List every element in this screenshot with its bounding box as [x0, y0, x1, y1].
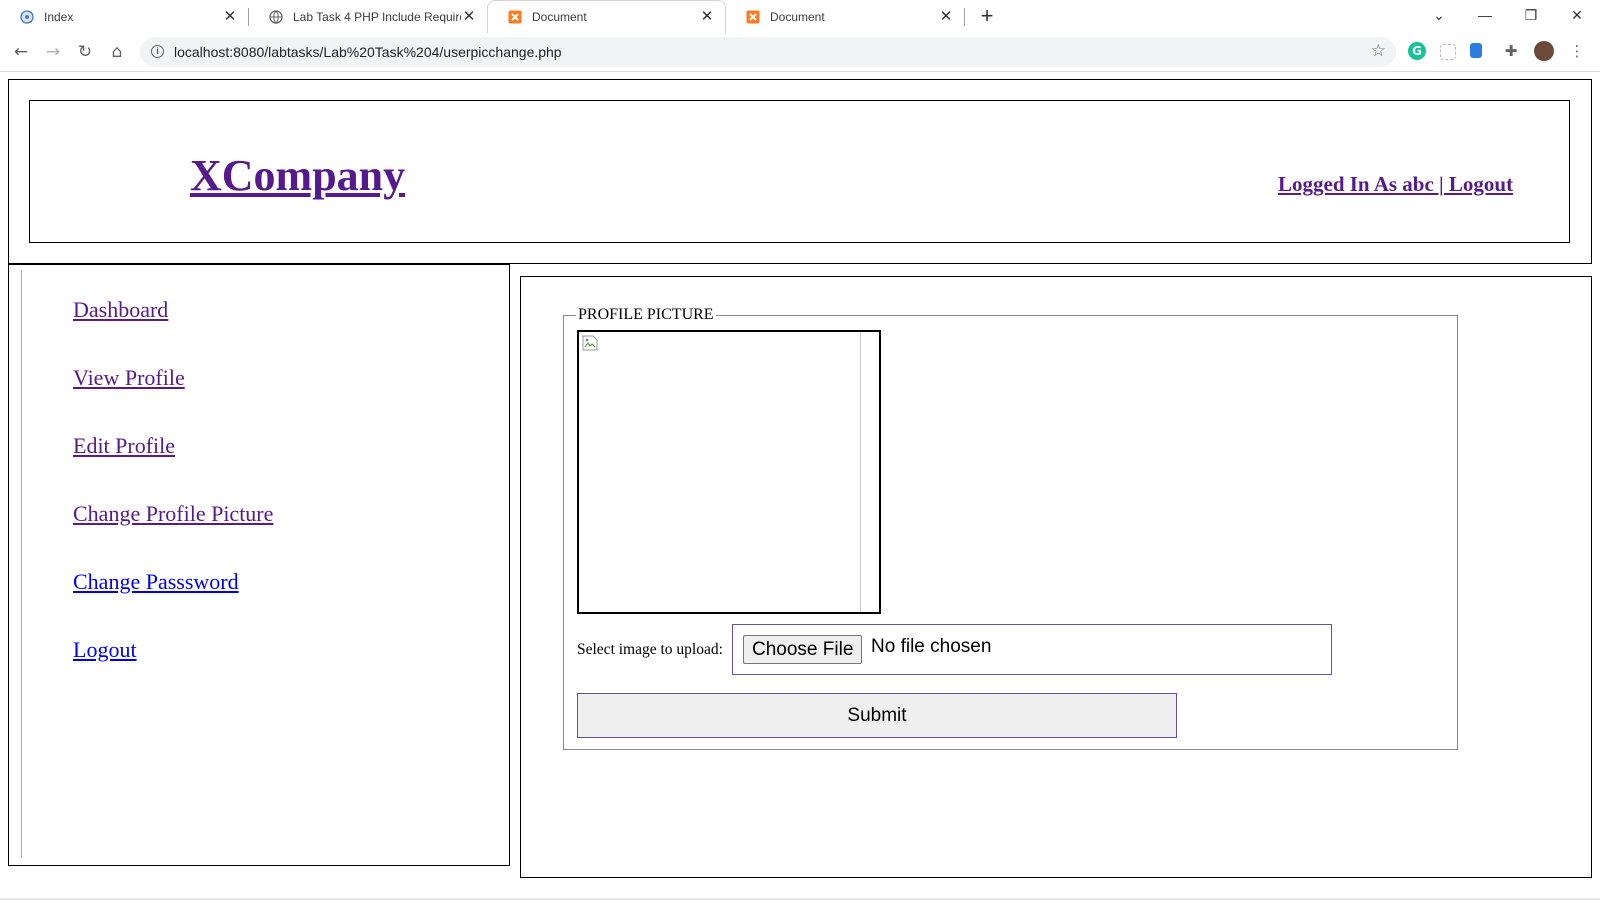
minimize-icon[interactable]: — [1474, 4, 1496, 26]
file-status-text: No file chosen [871, 636, 992, 657]
tab-title: Document [532, 10, 587, 24]
tab-search-icon[interactable]: ⌄ [1428, 4, 1450, 26]
xampp-icon [746, 10, 760, 23]
browser-tab-bar: Index ✕ Lab Task 4 PHP Include Require w… [0, 0, 1600, 33]
sidebar-divider [21, 270, 22, 858]
xampp-icon [508, 10, 522, 24]
reload-icon[interactable]: ↻ [74, 41, 96, 63]
sidebar-item-logout[interactable]: Logout [73, 637, 137, 663]
sidebar-item-change-password[interactable]: Change Passsword [73, 569, 239, 595]
new-tab-button[interactable]: + [976, 5, 998, 28]
address-bar[interactable]: i localhost:8080/labtasks/Lab%20Task%204… [140, 37, 1396, 67]
browser-tab-lab-task[interactable]: Lab Task 4 PHP Include Require w ✕ [249, 0, 487, 33]
tab-title: Index [44, 9, 74, 24]
puzzle-extensions-icon[interactable]: ✚ [1502, 42, 1520, 60]
tab-title: Lab Task 4 PHP Include Require w [293, 9, 461, 24]
globe-icon [20, 9, 34, 24]
browser-tab-document-active[interactable]: Document ✕ [487, 0, 726, 33]
browser-toolbar: ← → ↻ ⌂ i localhost:8080/labtasks/Lab%20… [0, 33, 1600, 72]
extension-grid-icon[interactable] [1440, 44, 1456, 60]
restore-icon[interactable]: ❐ [1520, 4, 1542, 26]
broken-image-icon [582, 335, 598, 351]
sidebar-item-edit-profile[interactable]: Edit Profile [73, 433, 175, 459]
grammarly-icon[interactable]: G [1408, 42, 1426, 60]
url-text[interactable]: localhost:8080/labtasks/Lab%20Task%204/u… [174, 44, 562, 60]
forward-arrow-icon[interactable]: → [42, 41, 64, 63]
browser-tab-index[interactable]: Index ✕ [0, 0, 248, 33]
close-icon[interactable]: ✕ [699, 9, 715, 25]
submit-button[interactable]: Submit [577, 693, 1177, 738]
home-icon[interactable]: ⌂ [106, 41, 128, 63]
sidebar-item-dashboard[interactable]: Dashboard [73, 297, 168, 323]
site-info-icon[interactable]: i [151, 45, 164, 58]
sidebar-frame [8, 264, 510, 866]
close-window-icon[interactable]: ✕ [1566, 4, 1588, 26]
profile-picture-legend: PROFILE PICTURE [578, 306, 714, 323]
close-icon[interactable]: ✕ [461, 8, 477, 25]
upload-label: Select image to upload: [577, 641, 723, 658]
browser-tab-document[interactable]: Document ✕ [726, 0, 964, 33]
brand-link[interactable]: XCompany [190, 150, 405, 201]
bookmark-star-icon[interactable]: ☆ [1371, 41, 1386, 61]
avatar[interactable] [1534, 41, 1554, 61]
kebab-menu-icon[interactable]: ⋮ [1568, 42, 1586, 60]
login-status-link[interactable]: Logged In As abc | Logout [1278, 172, 1513, 197]
sidebar-item-change-profile-picture[interactable]: Change Profile Picture [73, 501, 273, 527]
tab-title: Document [770, 9, 825, 24]
file-input[interactable]: Choose File No file chosen [732, 624, 1332, 675]
close-icon[interactable]: ✕ [938, 8, 954, 25]
document-extension-icon[interactable] [1470, 43, 1482, 58]
globe-icon [269, 9, 283, 24]
choose-file-button[interactable]: Choose File [743, 635, 863, 664]
sidebar-item-view-profile[interactable]: View Profile [73, 365, 185, 391]
back-arrow-icon[interactable]: ← [10, 41, 32, 63]
close-icon[interactable]: ✕ [222, 8, 238, 25]
profile-image [577, 330, 881, 614]
